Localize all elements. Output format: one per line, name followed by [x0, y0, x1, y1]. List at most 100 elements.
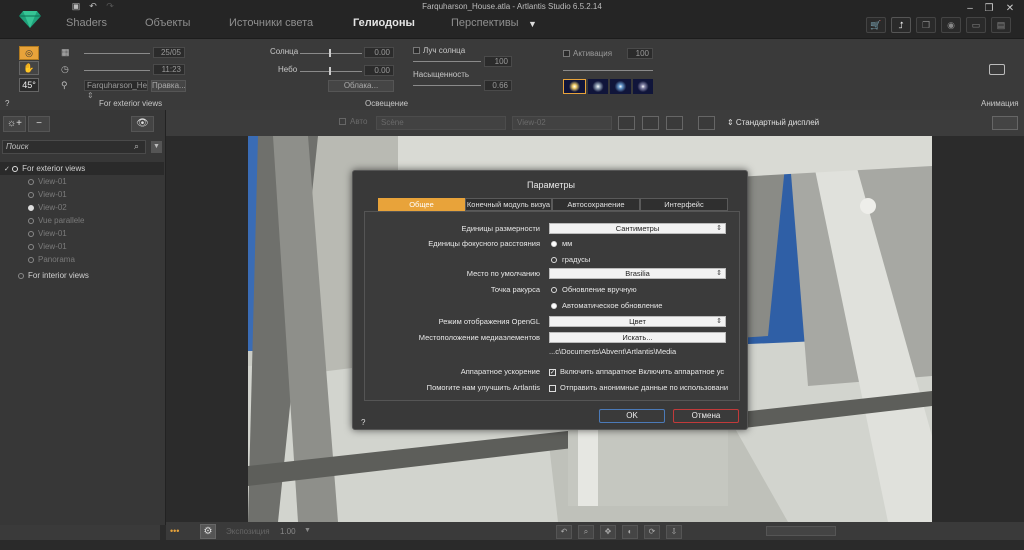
move-icon[interactable]: ⮥ — [891, 17, 911, 33]
focal-mm-radio[interactable]: мм — [551, 239, 572, 248]
sunray-checkbox[interactable] — [413, 47, 420, 54]
tab-lights[interactable]: Источники света — [229, 17, 313, 29]
search-icon[interactable]: ⌕ — [134, 141, 139, 152]
animation-camera-icon[interactable] — [989, 64, 1005, 75]
tab-perspectives[interactable]: Перспективы — [451, 17, 519, 29]
units-select[interactable]: Сантиметры ⇕ — [549, 223, 726, 234]
location-select[interactable]: Farquharson_He ⇕ — [84, 80, 148, 100]
film-icon[interactable]: ▤ — [991, 17, 1011, 33]
search-input[interactable]: Поиск — [2, 140, 146, 154]
remove-button[interactable]: − — [28, 116, 50, 132]
saturation-value[interactable]: 0.66 — [484, 80, 512, 91]
dialog-help-icon[interactable]: ? — [361, 418, 365, 427]
sky-slider[interactable] — [300, 71, 362, 72]
more-options-icon[interactable]: ••• — [170, 526, 179, 536]
hw-accel-checkbox[interactable]: ✓ Включить аппаратное Включить аппаратное… — [549, 367, 729, 376]
sun-value[interactable]: 0.00 — [364, 47, 394, 58]
anonymous-data-checkbox[interactable]: Отправить анонимные данные по использова… — [549, 383, 729, 392]
media-browse-button[interactable]: Искать... — [549, 332, 726, 343]
clouds-button[interactable]: Облака... — [328, 80, 394, 92]
split-icon[interactable] — [666, 116, 683, 130]
zoom-icon[interactable]: ⌕ — [578, 525, 594, 539]
cart-icon[interactable]: 🛒 — [866, 17, 886, 33]
view-field[interactable]: View-02 — [512, 116, 612, 130]
tab-heliodons[interactable]: Гелиодоны — [353, 17, 415, 29]
sky-value[interactable]: 0.00 — [364, 65, 394, 76]
auto-checkbox[interactable] — [339, 118, 346, 125]
time-value[interactable]: 11:23 — [153, 64, 185, 75]
compass-icon[interactable]: ◎ — [19, 46, 39, 60]
close-icon[interactable]: ✕ — [1003, 3, 1017, 15]
render-icon[interactable]: ▭ — [966, 17, 986, 33]
minimize-icon[interactable]: – — [963, 3, 977, 15]
manual-update-radio[interactable]: Обновление вручную — [551, 285, 637, 294]
tree-item-view[interactable]: View-01 — [0, 240, 164, 253]
artlantis-logo-icon[interactable] — [18, 9, 42, 29]
windows-icon[interactable]: ❐ — [916, 17, 936, 33]
pan-icon[interactable]: ✥ — [600, 525, 616, 539]
time-slider[interactable] — [84, 70, 150, 71]
fit-icon[interactable] — [642, 116, 659, 130]
camera-icon[interactable]: ◉ — [941, 17, 961, 33]
tab-interface[interactable]: Интерфейс — [640, 198, 728, 211]
auto-update-radio[interactable]: Автоматическое обновление — [551, 301, 662, 310]
tree-item-view[interactable]: Vue parallele — [0, 214, 164, 227]
dialog-body: Единицы размерности Сантиметры ⇕ Единицы … — [364, 211, 740, 401]
rotate-icon[interactable]: ⟳ — [644, 525, 660, 539]
tab-render-module[interactable]: Конечный модуль визуа — [465, 198, 552, 211]
tree-item-view[interactable]: View-01 — [0, 227, 164, 240]
flare-preset-4[interactable] — [632, 79, 653, 94]
orbit-icon[interactable]: ◐ — [622, 525, 638, 539]
location-edit-button[interactable]: Правка... — [151, 80, 186, 92]
tab-objects[interactable]: Объекты — [145, 17, 190, 29]
tree-item-view[interactable]: View-01 — [0, 188, 164, 201]
eye-icon[interactable]: 👁 — [131, 116, 154, 132]
focal-degrees-radio[interactable]: градусы — [551, 255, 590, 264]
scene-field[interactable]: Scène — [376, 116, 506, 130]
tab-general[interactable]: Общее — [378, 198, 465, 211]
default-location-select[interactable]: Brasilia ⇕ — [549, 268, 726, 279]
sun-slider-knob[interactable] — [329, 49, 331, 57]
flare-preset-2[interactable] — [587, 79, 608, 94]
tab-shaders[interactable]: Shaders — [66, 17, 107, 29]
date-value[interactable]: 25/05 — [153, 47, 185, 58]
toolbar-help-icon[interactable]: ? — [5, 99, 9, 108]
filter-icon[interactable]: ▼ — [151, 141, 162, 153]
display-mode-select[interactable]: ⇕ Стандартный дисплей — [727, 118, 819, 127]
maximize-icon[interactable]: ❐ — [982, 3, 996, 15]
frame-icon[interactable] — [618, 116, 635, 130]
undo-view-icon[interactable]: ↶ — [556, 525, 572, 539]
exposure-dropdown-icon[interactable]: ▼ — [304, 527, 311, 534]
sunray-slider[interactable] — [413, 61, 481, 62]
saturation-label: Насыщенность — [413, 70, 470, 79]
exposure-value[interactable]: 1.00 — [280, 527, 296, 536]
activation-value[interactable]: 100 — [627, 48, 653, 59]
tree-group-exterior[interactable]: ✓ For exterior views — [0, 162, 164, 175]
tab-autosave[interactable]: Автосохранение — [552, 198, 640, 211]
hand-icon[interactable]: ✋ — [19, 61, 39, 75]
opengl-mode-select[interactable]: Цвет ⇕ — [549, 316, 726, 327]
angle-value[interactable]: 45° — [19, 78, 39, 92]
menu-more-icon[interactable]: ▼ — [528, 19, 537, 29]
tree-item-view[interactable]: Panorama — [0, 253, 164, 266]
tree-item-view[interactable]: View-01 — [0, 175, 164, 188]
add-sun-icon[interactable]: ☼+ — [3, 116, 26, 132]
tree-item-view[interactable]: View-02 — [0, 201, 164, 214]
activation-slider[interactable] — [563, 70, 653, 71]
cancel-button[interactable]: Отмена — [673, 409, 739, 423]
ok-button[interactable]: OK — [599, 409, 665, 423]
tree-group-interior[interactable]: For interior views — [0, 269, 164, 282]
saturation-slider[interactable] — [413, 85, 481, 86]
display-icon[interactable] — [698, 116, 715, 130]
tree-item-label: View-01 — [38, 190, 67, 199]
exposure-settings-icon[interactable]: ⚙ — [200, 524, 216, 539]
sun-slider[interactable] — [300, 53, 362, 54]
activation-checkbox[interactable] — [563, 50, 570, 57]
sky-slider-knob[interactable] — [329, 67, 331, 75]
walk-icon[interactable]: ⇩ — [666, 525, 682, 539]
flare-preset-1[interactable] — [563, 79, 586, 94]
date-slider[interactable] — [84, 53, 150, 54]
sunray-value[interactable]: 100 — [484, 56, 512, 67]
view-options-icon[interactable] — [992, 116, 1018, 130]
flare-preset-3[interactable] — [610, 79, 631, 94]
